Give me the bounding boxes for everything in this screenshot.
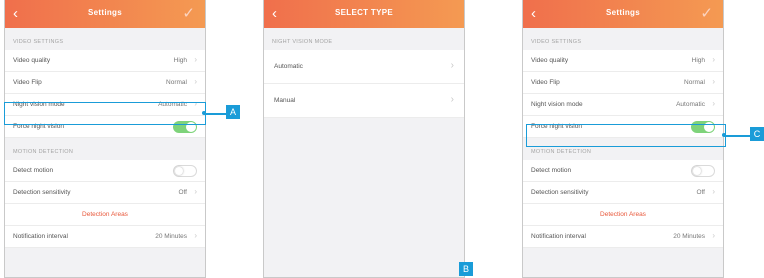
callout-badge-c: C (750, 127, 764, 141)
settings-screen-1: ‹ Settings ✓ VIDEO SETTINGS Video qualit… (4, 0, 206, 278)
video-quality-row[interactable]: Video quality High › (523, 50, 723, 72)
chevron-right-icon: › (450, 60, 454, 71)
video-quality-row[interactable]: Video quality High › (5, 50, 205, 72)
page-title: Settings (88, 8, 122, 17)
row-label: Detection Areas (600, 211, 646, 218)
row-label: Video quality (531, 57, 569, 64)
row-value: 20 Minutes (673, 233, 705, 240)
chevron-right-icon: › (194, 77, 197, 86)
detect-motion-row: Detect motion (5, 160, 205, 182)
row-label: Notification interval (13, 233, 68, 240)
detect-motion-row: Detect motion (523, 160, 723, 182)
select-type-screen: ‹ SELECT TYPE NIGHT VISION MODE Automati… (263, 0, 465, 278)
chevron-right-icon: › (712, 187, 715, 196)
night-vision-mode-row[interactable]: Night vision mode Automatic › (523, 94, 723, 116)
detection-areas-link[interactable]: Detection Areas (523, 204, 723, 226)
section-header-night-vision: NIGHT VISION MODE (272, 39, 333, 45)
chevron-right-icon: › (450, 94, 454, 105)
chevron-right-icon: › (194, 231, 197, 240)
option-label: Manual (274, 97, 296, 104)
page-title: SELECT TYPE (335, 8, 393, 17)
callout-badge-b: B (459, 262, 473, 276)
row-value: Off (178, 189, 187, 196)
row-value: 20 Minutes (155, 233, 187, 240)
detect-motion-toggle[interactable] (691, 165, 715, 177)
row-value: Off (696, 189, 705, 196)
settings-screen-2: ‹ Settings ✓ VIDEO SETTINGS Video qualit… (522, 0, 724, 278)
chevron-right-icon: › (712, 231, 715, 240)
page-title: Settings (606, 8, 640, 17)
row-label: Detect motion (531, 167, 572, 174)
detection-areas-link[interactable]: Detection Areas (5, 204, 205, 226)
header-bar: ‹ SELECT TYPE (264, 0, 464, 28)
callout-dot-c (722, 133, 726, 137)
force-night-vision-toggle[interactable] (173, 121, 197, 133)
row-label: Night vision mode (13, 101, 65, 108)
row-label: Detection Areas (82, 211, 128, 218)
row-label: Night vision mode (531, 101, 583, 108)
detection-sensitivity-row[interactable]: Detection sensitivity Off › (523, 182, 723, 204)
force-night-vision-row: Force night vision (523, 116, 723, 138)
section-header-motion: MOTION DETECTION (13, 149, 74, 155)
row-value: High (173, 57, 187, 64)
option-automatic[interactable]: Automatic › (264, 50, 464, 84)
row-label: Video Flip (13, 79, 42, 86)
callout-leader-c (724, 135, 750, 137)
chevron-right-icon: › (712, 55, 715, 64)
option-manual[interactable]: Manual › (264, 84, 464, 118)
notification-interval-row[interactable]: Notification interval 20 Minutes › (5, 226, 205, 248)
row-label: Force night vision (531, 123, 582, 130)
row-label: Detection sensitivity (531, 189, 589, 196)
row-value: Automatic (676, 101, 705, 108)
option-label: Automatic (274, 63, 303, 70)
chevron-right-icon: › (712, 99, 715, 108)
row-value: High (691, 57, 705, 64)
row-value: Normal (166, 79, 187, 86)
header-bar: ‹ Settings ✓ (523, 0, 723, 28)
chevron-right-icon: › (712, 77, 715, 86)
row-label: Notification interval (531, 233, 586, 240)
confirm-check-icon[interactable]: ✓ (182, 4, 195, 24)
row-label: Detect motion (13, 167, 54, 174)
row-label: Video Flip (531, 79, 560, 86)
callout-leader-a (204, 113, 226, 115)
force-night-vision-toggle[interactable] (691, 121, 715, 133)
notification-interval-row[interactable]: Notification interval 20 Minutes › (523, 226, 723, 248)
row-label: Video quality (13, 57, 51, 64)
header-bar: ‹ Settings ✓ (5, 0, 205, 28)
chevron-right-icon: › (194, 187, 197, 196)
callout-dot-a (202, 111, 206, 115)
callout-badge-a: A (226, 105, 240, 119)
section-header-motion: MOTION DETECTION (531, 149, 592, 155)
detection-sensitivity-row[interactable]: Detection sensitivity Off › (5, 182, 205, 204)
chevron-right-icon: › (194, 99, 197, 108)
night-vision-mode-row[interactable]: Night vision mode Automatic › (5, 94, 205, 116)
confirm-check-icon[interactable]: ✓ (700, 4, 713, 24)
detect-motion-toggle[interactable] (173, 165, 197, 177)
video-flip-row[interactable]: Video Flip Normal › (5, 72, 205, 94)
video-flip-row[interactable]: Video Flip Normal › (523, 72, 723, 94)
chevron-right-icon: › (194, 55, 197, 64)
row-value: Automatic (158, 101, 187, 108)
row-value: Normal (684, 79, 705, 86)
row-label: Force night vision (13, 123, 64, 130)
row-label: Detection sensitivity (13, 189, 71, 196)
section-header-video: VIDEO SETTINGS (13, 39, 64, 45)
section-header-video: VIDEO SETTINGS (531, 39, 582, 45)
force-night-vision-row: Force night vision (5, 116, 205, 138)
